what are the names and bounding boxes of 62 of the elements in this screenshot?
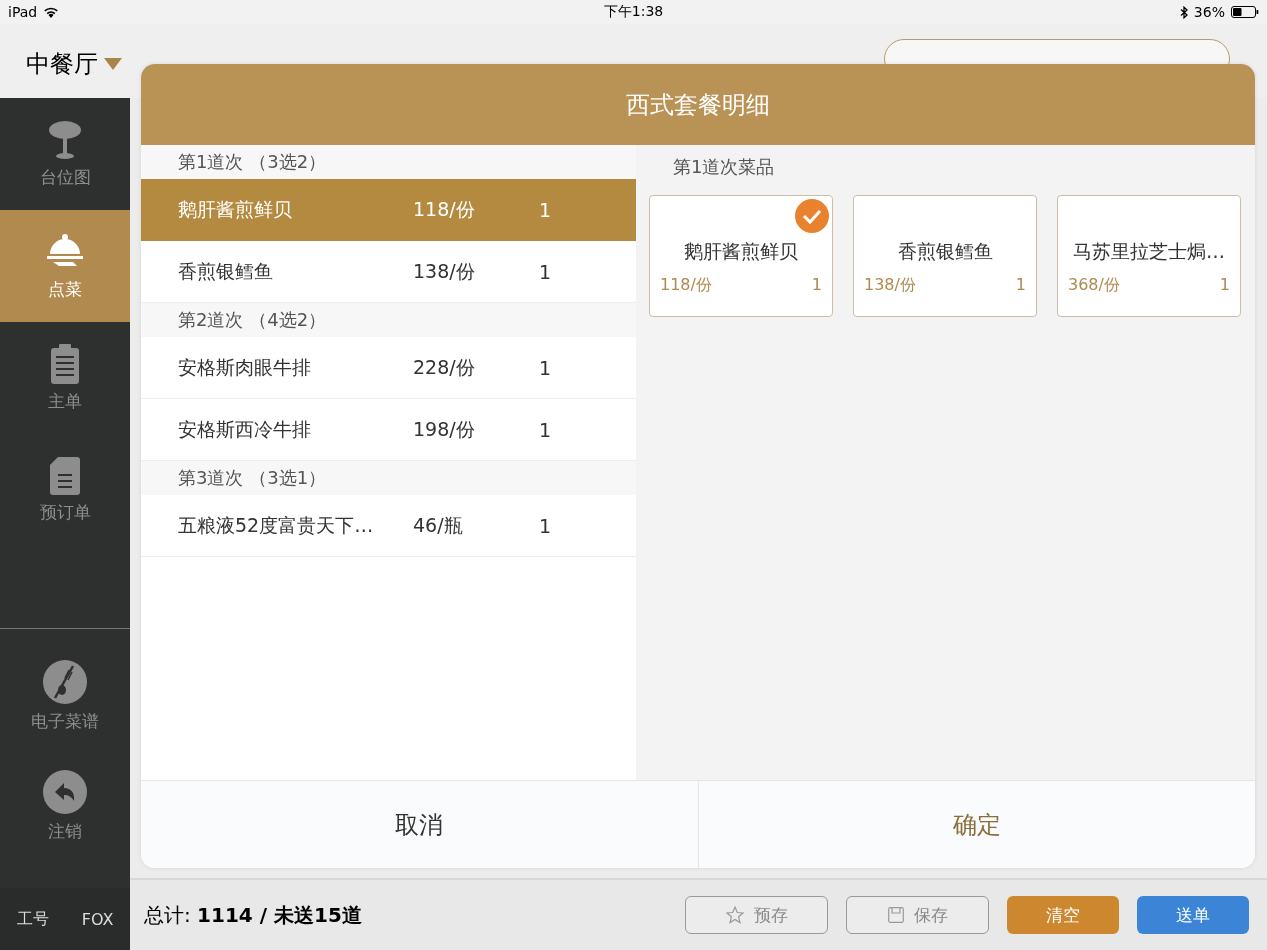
course-header: 第2道次 （4选2） [141,303,636,337]
dish-quantity: 1 [539,356,552,379]
confirm-button[interactable]: 确定 [697,781,1255,868]
sidebar-item[interactable]: 点菜 [0,210,130,322]
dish-quantity: 1 [539,514,552,537]
fork-spoon-icon [43,659,87,704]
cancel-button[interactable]: 取消 [141,781,698,868]
bluetooth-icon [1179,5,1188,19]
table-icon [48,119,82,160]
device-name: iPad [8,4,38,20]
dish-name: 安格斯肉眼牛排 [178,354,312,380]
dish-card[interactable]: 香煎银鳕鱼 138/份 1 [853,195,1037,317]
battery-icon [1231,6,1259,18]
clipboard-icon [50,343,80,384]
sidebar-item[interactable]: 注销 [0,751,130,861]
course-dish-row[interactable]: 鹅肝酱煎鲜贝 118/份 1 [141,179,636,241]
order-total: 总计: 1114 / 未送15道 [144,901,362,929]
employee-label: 工号 [16,908,49,930]
dish-quantity: 1 [811,275,822,296]
dish-price: 118/份 [413,196,476,222]
document-icon [50,456,80,495]
dish-quantity: 1 [539,260,552,283]
dish-name: 香煎银鳕鱼 [897,239,993,264]
course-header: 第1道次 （3选2） [141,145,636,179]
dish-price: 368/份 [1068,275,1120,296]
dish-price: 228/份 [413,354,476,380]
dish-card[interactable]: 马苏里拉芝士焗… 368/份 1 [1057,195,1241,317]
sidebar-item[interactable]: 台位图 [0,98,130,210]
dish-quantity: 1 [539,418,552,441]
clear-button[interactable]: 清空 [1007,896,1119,934]
employee-name: FOX [81,909,114,929]
sidebar-item[interactable]: 电子菜谱 [0,641,130,751]
sidebar-item[interactable]: 预订单 [0,434,130,546]
dish-price: 138/份 [864,275,916,296]
caret-icon [104,58,122,70]
dish-quantity: 1 [1219,275,1230,296]
dish-price: 46/瓶 [413,512,464,538]
dialog-title: 西式套餐明细 [141,64,1255,145]
dish-name: 马苏里拉芝士焗… [1073,239,1225,264]
dish-name: 鹅肝酱煎鲜贝 [178,196,293,222]
sidebar-item[interactable]: 主单 [0,322,130,434]
save-icon [887,907,904,923]
dish-name: 香煎银鳕鱼 [178,258,274,284]
dish-card[interactable]: 鹅肝酱煎鲜贝 118/份 1 [649,195,833,317]
dish-quantity: 1 [539,198,552,221]
restaurant-dropdown[interactable]: 中餐厅 [0,24,130,80]
star-icon [725,906,744,924]
dish-quantity: 1 [1015,275,1026,296]
dish-price: 198/份 [413,416,476,442]
send-button[interactable]: 送单 [1137,896,1249,934]
dish-name: 安格斯西冷牛排 [178,416,312,442]
wifi-icon [43,6,60,18]
battery-percent: 36% [1193,4,1225,20]
dish-name: 五粮液52度富贵天下… [178,512,375,538]
dish-name: 鹅肝酱煎鲜贝 [684,239,798,264]
status-time: 下午1:38 [603,3,664,21]
section-title: 第1道次菜品 [672,155,775,179]
save-button[interactable]: 保存 [846,896,989,934]
dish-price: 118/份 [660,275,712,296]
dish-price: 138/份 [413,258,476,284]
course-header: 第3道次 （3选1） [141,461,636,495]
hold-button[interactable]: 预存 [685,896,828,934]
